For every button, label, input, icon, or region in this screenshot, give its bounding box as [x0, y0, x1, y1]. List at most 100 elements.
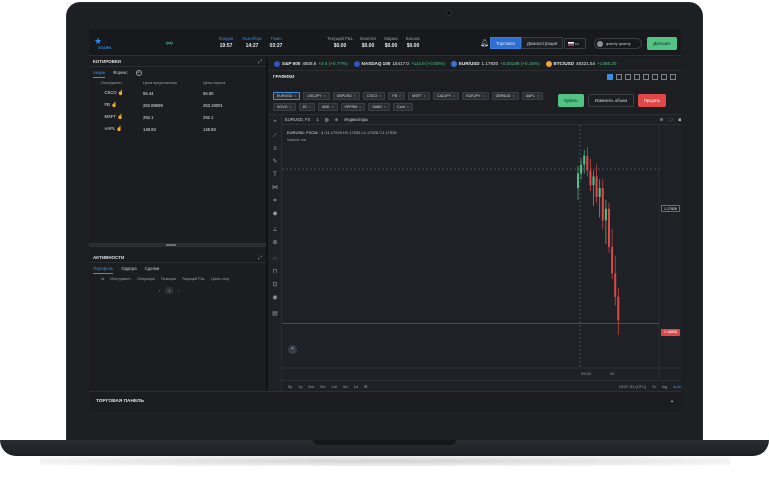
trendline-icon[interactable]: ⟋: [271, 132, 279, 140]
change-amount-button[interactable]: Изменить объем: [588, 94, 634, 107]
bell-icon[interactable]: 🔔︎: [480, 39, 489, 47]
instrument-chip[interactable]: XOVO ×: [273, 103, 296, 111]
col-header[interactable]: Цена предложения: [143, 78, 203, 87]
goto-date-icon[interactable]: ⊞: [364, 384, 367, 389]
col-header[interactable]: Операция: [137, 277, 155, 281]
col-header[interactable]: Цена спроса: [203, 78, 229, 87]
close-icon[interactable]: ×: [359, 105, 361, 109]
zoom-icon[interactable]: ⊕: [271, 239, 279, 247]
instrument-chip[interactable]: JD ×: [298, 103, 316, 111]
mode-trading-button[interactable]: Торговля: [490, 37, 521, 49]
chart-type-icon[interactable]: ▥: [325, 117, 329, 122]
camera-snapshot-icon[interactable]: ◙: [678, 117, 681, 122]
tab-deals[interactable]: Сделки: [145, 266, 160, 271]
period-1y[interactable]: 1y: [298, 384, 302, 389]
close-icon[interactable]: ×: [309, 105, 311, 109]
close-icon[interactable]: ×: [513, 94, 515, 98]
col-header[interactable]: Цена откр: [211, 277, 229, 281]
fullscreen-icon[interactable]: ⛶: [670, 117, 673, 122]
period-3m[interactable]: 3m: [320, 384, 326, 389]
layout-8-icon[interactable]: [670, 73, 676, 80]
percent-toggle[interactable]: %: [652, 384, 656, 389]
crosshair-icon[interactable]: +: [271, 118, 279, 126]
expand-icon[interactable]: ⤢: [258, 255, 262, 261]
instrument-chip[interactable]: SABD ×: [368, 103, 391, 111]
tab-forex[interactable]: Форекс: [113, 70, 128, 75]
instrument-chip[interactable]: USDJPY ×: [303, 92, 330, 100]
lock-draw-icon[interactable]: ⊡: [271, 281, 279, 289]
instrument-chip[interactable]: AAPL ×: [521, 92, 543, 100]
chart-plot[interactable]: EURUSD: FXCM · 1 O1.17929 H1.17930 L1.17…: [282, 125, 681, 380]
text-icon[interactable]: T: [271, 171, 279, 179]
trade-panel-bar[interactable]: ТОРГОВАЯ ПАНЕЛЬ ⌄: [89, 391, 681, 412]
sell-button[interactable]: Продать: [638, 94, 666, 107]
interval-select[interactable]: 1: [316, 117, 318, 122]
instrument-chip[interactable]: MSFT ×: [408, 92, 430, 100]
tradingview-logo-icon[interactable]: ◓: [288, 345, 297, 354]
layout-5-icon[interactable]: [643, 73, 649, 80]
chevron-down-icon[interactable]: ⌄: [670, 399, 674, 405]
lock-icon[interactable]: ⊓: [271, 268, 279, 276]
instrument-chip[interactable]: ABD ×: [318, 103, 338, 111]
col-header[interactable]: Id: [101, 277, 104, 281]
instrument-chip[interactable]: GBPAUD ×: [491, 92, 519, 100]
instrument-chip[interactable]: XPFRM ×: [340, 103, 366, 111]
auto-toggle[interactable]: auto: [673, 384, 681, 389]
forecast-icon[interactable]: ⌗: [271, 197, 279, 205]
instrument-chip[interactable]: CSCO ×: [362, 92, 386, 100]
fib-icon[interactable]: ≡: [271, 145, 279, 153]
layout-1-icon[interactable]: [607, 73, 613, 80]
close-icon[interactable]: ×: [379, 94, 381, 98]
tab-stocks[interactable]: Акции: [93, 70, 106, 78]
layout-6-icon[interactable]: [652, 73, 658, 80]
indicators-button[interactable]: Индикаторы: [344, 117, 368, 122]
instrument-chip[interactable]: FB ×: [388, 92, 406, 100]
deposit-button[interactable]: Депозит: [647, 37, 677, 50]
trash-icon[interactable]: ▤: [271, 310, 279, 318]
ruler-icon[interactable]: ⟂: [271, 226, 279, 234]
language-select[interactable]: ru: [564, 38, 586, 49]
period-1d[interactable]: 1d: [354, 384, 358, 389]
col-header[interactable]: Инструмент: [110, 277, 131, 281]
tab-portfolio[interactable]: Портфель: [93, 266, 114, 274]
tab-orders[interactable]: Ордера: [121, 266, 136, 271]
layout-4-icon[interactable]: [634, 73, 640, 80]
ticker-item[interactable]: EUR/USD 1.17930 +0.00189 (+0.16%): [450, 60, 540, 67]
close-icon[interactable]: ×: [407, 105, 409, 109]
layout-2-icon[interactable]: [616, 73, 622, 80]
expand-icon[interactable]: ⤢: [258, 59, 262, 65]
col-header[interactable]: Текущий P&L: [182, 277, 205, 281]
instrument-chip[interactable]: EURUSD ×: [273, 92, 301, 100]
user-menu[interactable]: qwerty qwerty: [594, 38, 642, 49]
ticker-item[interactable]: BTC/USD 48321.54 +1465.20: [545, 60, 616, 67]
buy-button[interactable]: Купить: [558, 94, 584, 107]
instrument-chip[interactable]: GBPUSD ×: [332, 92, 360, 100]
layout-3-icon[interactable]: [625, 73, 631, 80]
prev-page-button[interactable]: ‹: [159, 288, 160, 293]
next-page-button[interactable]: ›: [178, 288, 179, 293]
table-row[interactable]: CSCO ☝ 56.44 56.50: [101, 87, 229, 99]
close-icon[interactable]: ×: [537, 94, 539, 98]
close-icon[interactable]: ×: [354, 94, 356, 98]
settings-icon[interactable]: ⚙: [660, 117, 664, 122]
pattern-icon[interactable]: ⋈: [271, 184, 279, 192]
period-5y[interactable]: 5y: [288, 384, 292, 389]
period-6m[interactable]: 6m: [308, 384, 314, 389]
current-page[interactable]: 1: [165, 287, 174, 294]
close-icon[interactable]: ×: [482, 94, 484, 98]
instrument-chip[interactable]: EURJPY ×: [462, 92, 489, 100]
close-icon[interactable]: ×: [424, 94, 426, 98]
compare-icon[interactable]: ⊕: [335, 117, 339, 122]
close-icon[interactable]: ×: [323, 94, 325, 98]
log-toggle[interactable]: log: [662, 384, 667, 389]
col-header[interactable]: Позиция: [161, 277, 176, 281]
brush-icon[interactable]: ✎: [271, 158, 279, 166]
close-icon[interactable]: ×: [294, 94, 296, 98]
table-row[interactable]: MSFT ☝ 292.1 292.1: [101, 111, 229, 123]
table-row[interactable]: FB ☝ 262.89999 263.19001: [101, 99, 229, 111]
close-icon[interactable]: ×: [384, 105, 386, 109]
mode-demo-button[interactable]: Демонстрация: [520, 37, 564, 49]
table-row[interactable]: AAPL ☝ 148.93 148.93: [101, 123, 229, 135]
close-icon[interactable]: ×: [331, 105, 333, 109]
layout-7-icon[interactable]: [661, 73, 667, 80]
